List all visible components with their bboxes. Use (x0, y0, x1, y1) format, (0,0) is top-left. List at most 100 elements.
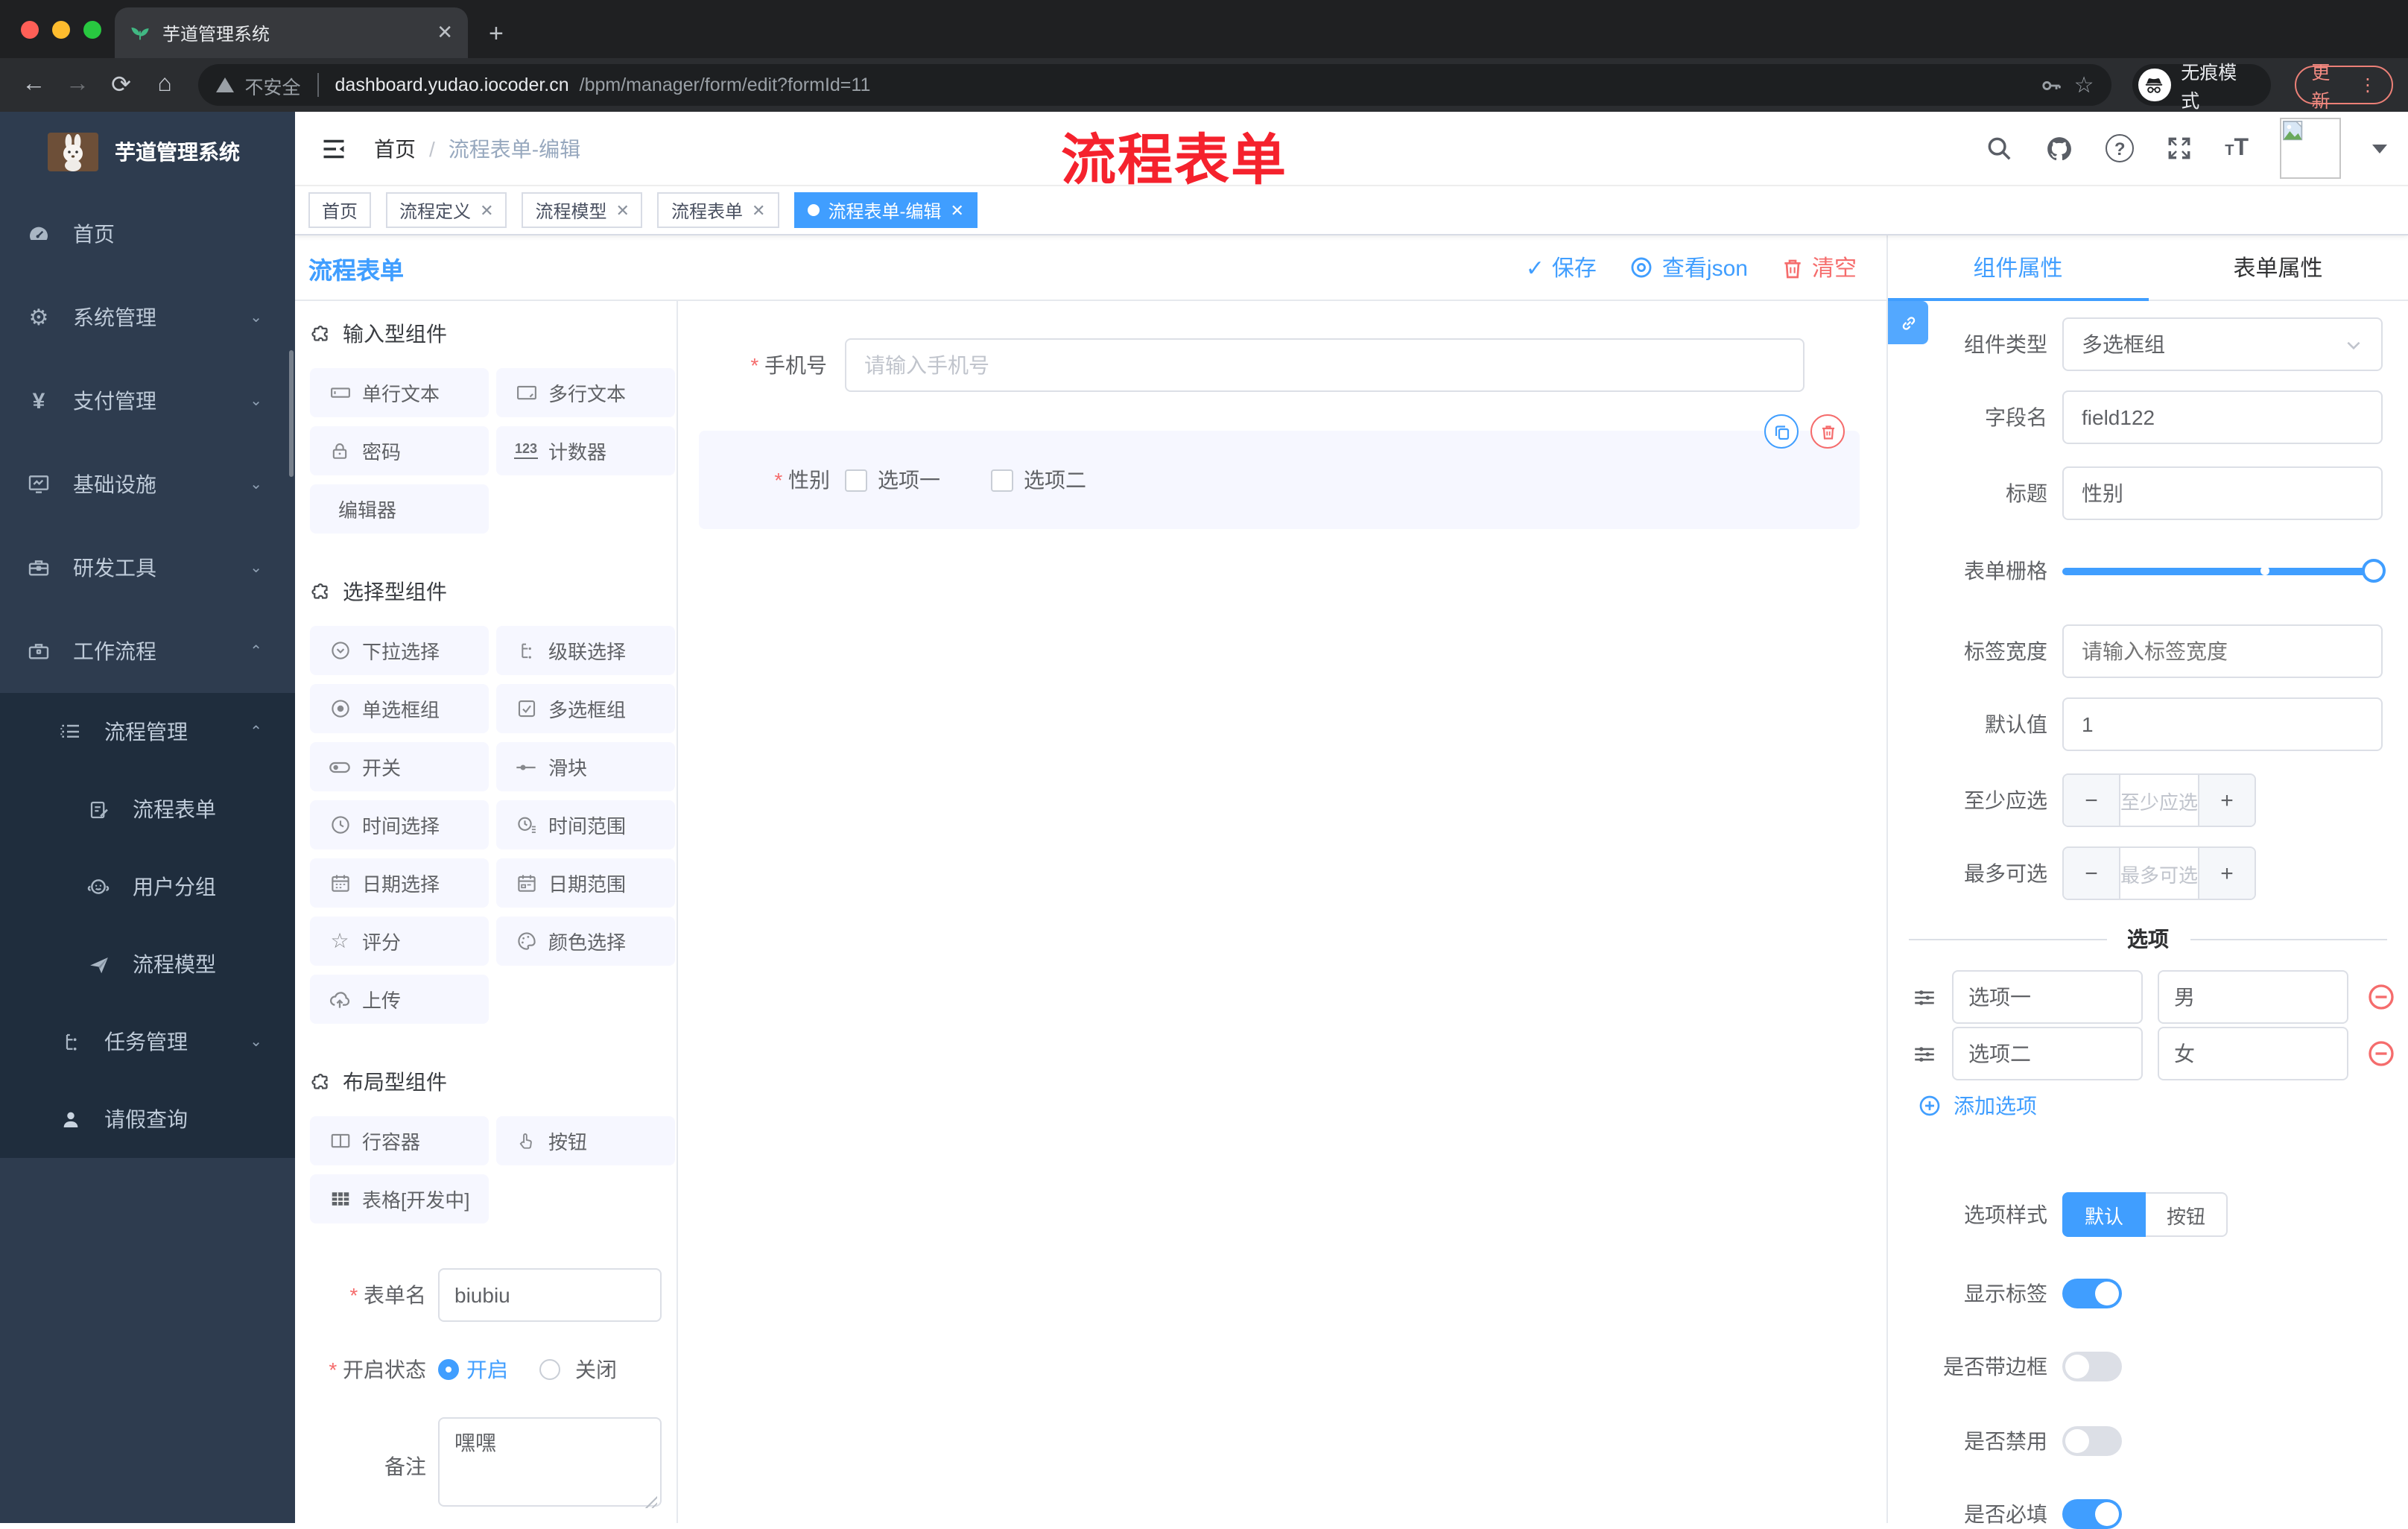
window-controls[interactable] (21, 21, 101, 39)
view-json-button[interactable]: 查看json (1629, 252, 1748, 283)
slider-handle[interactable] (2362, 559, 2386, 583)
component-select[interactable]: 下拉选择 (310, 626, 489, 675)
tag-process-model[interactable]: 流程模型 ✕ (522, 192, 643, 228)
avatar-caret-icon[interactable] (2372, 144, 2387, 153)
phone-input[interactable] (845, 338, 1805, 392)
tag-home[interactable]: 首页 (308, 192, 372, 228)
gender-field-row[interactable]: 性别 选项一 选项二 (699, 431, 1860, 529)
option1-value-input[interactable] (2158, 970, 2348, 1024)
component-password[interactable]: 密码 (310, 426, 489, 475)
status-on-radio[interactable] (438, 1359, 459, 1380)
component-upload[interactable]: 上传 (310, 975, 489, 1024)
security-label[interactable]: 不安全 (245, 71, 301, 99)
sidebar-item-system[interactable]: ⚙ 系统管理 ⌄ (0, 276, 295, 359)
password-key-icon[interactable] (2038, 72, 2064, 98)
collapse-menu-icon[interactable] (320, 135, 347, 162)
update-label[interactable]: 更新 (2311, 57, 2347, 113)
default-value-input[interactable] (2062, 697, 2383, 751)
sidebar-item-task-mgmt[interactable]: 任务管理 ⌄ (0, 1003, 295, 1080)
browser-update-button[interactable]: 更新 ⋮ (2295, 63, 2393, 112)
close-window-button[interactable] (21, 21, 39, 39)
tag-close-icon[interactable]: ✕ (480, 200, 493, 220)
sidebar-item-home[interactable]: 首页 (0, 192, 295, 276)
component-row-container[interactable]: 行容器 (310, 1116, 489, 1165)
avatar[interactable] (2280, 118, 2341, 179)
tag-process-form-edit[interactable]: 流程表单-编辑 ✕ (793, 192, 978, 228)
sidebar-scrollbar[interactable] (289, 350, 294, 477)
address-bar[interactable]: 不安全 dashboard.yudao.iocoder.cn/bpm/manag… (198, 64, 2112, 106)
status-off-label[interactable]: 关闭 (575, 1355, 617, 1384)
decrease-button[interactable]: − (2064, 775, 2120, 826)
phone-field-row[interactable]: 手机号 (678, 338, 1886, 392)
option1-label-input[interactable] (1952, 970, 2143, 1024)
sidebar-item-workflow[interactable]: 工作流程 ⌃ (0, 610, 295, 693)
component-radio-group[interactable]: 单选框组 (310, 684, 489, 733)
help-icon[interactable]: ? (2106, 134, 2135, 162)
browser-tab[interactable]: 芋道管理系统 ✕ (115, 7, 468, 58)
required-toggle[interactable] (2062, 1499, 2122, 1529)
tag-close-icon[interactable]: ✕ (752, 200, 765, 220)
component-table[interactable]: 表格[开发中] (310, 1174, 489, 1223)
status-off-radio[interactable] (539, 1359, 560, 1380)
show-label-toggle[interactable] (2062, 1279, 2122, 1308)
title-input[interactable] (2062, 466, 2383, 520)
bookmark-star-icon[interactable]: ☆ (2074, 72, 2094, 98)
form-canvas[interactable]: 手机号 (678, 301, 1886, 1523)
tab-close-icon[interactable]: ✕ (437, 21, 453, 45)
tag-process-form[interactable]: 流程表单 ✕ (657, 192, 779, 228)
gender-option2-label[interactable]: 选项二 (1024, 465, 1086, 495)
form-name-input[interactable] (438, 1268, 662, 1322)
search-icon[interactable] (1985, 134, 2013, 162)
maximize-window-button[interactable] (83, 21, 101, 39)
component-time-picker[interactable]: 时间选择 (310, 800, 489, 849)
component-editor[interactable]: 编辑器 (310, 484, 489, 534)
option2-label-input[interactable] (1952, 1027, 2143, 1080)
component-color-picker[interactable]: 颜色选择 (496, 917, 675, 966)
tag-process-definition[interactable]: 流程定义 ✕ (386, 192, 507, 228)
drag-handle-icon[interactable] (1912, 1041, 1937, 1066)
increase-button[interactable]: + (2198, 775, 2255, 826)
drag-handle-icon[interactable] (1912, 984, 1937, 1010)
browser-menu-icon[interactable]: ⋮ (2359, 75, 2377, 95)
font-size-icon[interactable]: TT (2225, 135, 2249, 162)
add-option-button[interactable]: 添加选项 (1918, 1091, 2037, 1121)
tag-close-icon[interactable]: ✕ (950, 200, 963, 220)
forward-icon[interactable]: → (59, 72, 97, 98)
component-counter[interactable]: 123 计数器 (496, 426, 675, 475)
status-on-label[interactable]: 开启 (466, 1355, 508, 1384)
component-date-range[interactable]: 日期范围 (496, 858, 675, 908)
gender-option1-checkbox[interactable] (845, 469, 867, 491)
copy-component-button[interactable] (1764, 414, 1799, 449)
sidebar-item-devtools[interactable]: 研发工具 ⌄ (0, 526, 295, 610)
save-button[interactable]: ✓ 保存 (1526, 252, 1597, 283)
tab-component-props[interactable]: 组件属性 (1888, 235, 2148, 300)
border-toggle[interactable] (2062, 1352, 2122, 1381)
fullscreen-icon[interactable] (2165, 134, 2193, 162)
breadcrumb-home[interactable]: 首页 (374, 133, 416, 163)
remove-option-button[interactable] (2366, 982, 2396, 1012)
component-rate[interactable]: ☆ 评分 (310, 917, 489, 966)
selected-component-block[interactable]: 性别 选项一 选项二 (699, 414, 1860, 529)
component-single-text[interactable]: 单行文本 (310, 368, 489, 417)
new-tab-button[interactable]: + (489, 19, 504, 49)
component-time-range[interactable]: 时间范围 (496, 800, 675, 849)
option2-value-input[interactable] (2158, 1027, 2348, 1080)
sidebar-item-process-mgmt[interactable]: 流程管理 ⌃ (0, 693, 295, 770)
sidebar-item-payment[interactable]: ¥ 支付管理 ⌄ (0, 359, 295, 443)
clear-button[interactable]: 清空 (1781, 252, 1857, 283)
sidebar-item-infra[interactable]: 基础设施 ⌄ (0, 443, 295, 526)
sidebar-item-process-form[interactable]: 流程表单 (0, 770, 295, 848)
component-type-select[interactable]: 多选框组 (2062, 317, 2383, 371)
style-button-button[interactable]: 按钮 (2146, 1192, 2228, 1237)
component-switch[interactable]: 开关 (310, 742, 489, 791)
minimize-window-button[interactable] (52, 21, 70, 39)
component-multi-text[interactable]: 多行文本 (496, 368, 675, 417)
grid-slider[interactable] (2062, 559, 2386, 583)
min-select-value[interactable]: 至少应选 (2120, 775, 2198, 826)
disabled-toggle[interactable] (2062, 1426, 2122, 1456)
component-cascader[interactable]: 级联选择 (496, 626, 675, 675)
tab-form-props[interactable]: 表单属性 (2148, 235, 2408, 300)
field-name-input[interactable] (2062, 390, 2383, 444)
back-icon[interactable]: ← (15, 72, 53, 98)
home-icon[interactable]: ⌂ (146, 72, 184, 98)
